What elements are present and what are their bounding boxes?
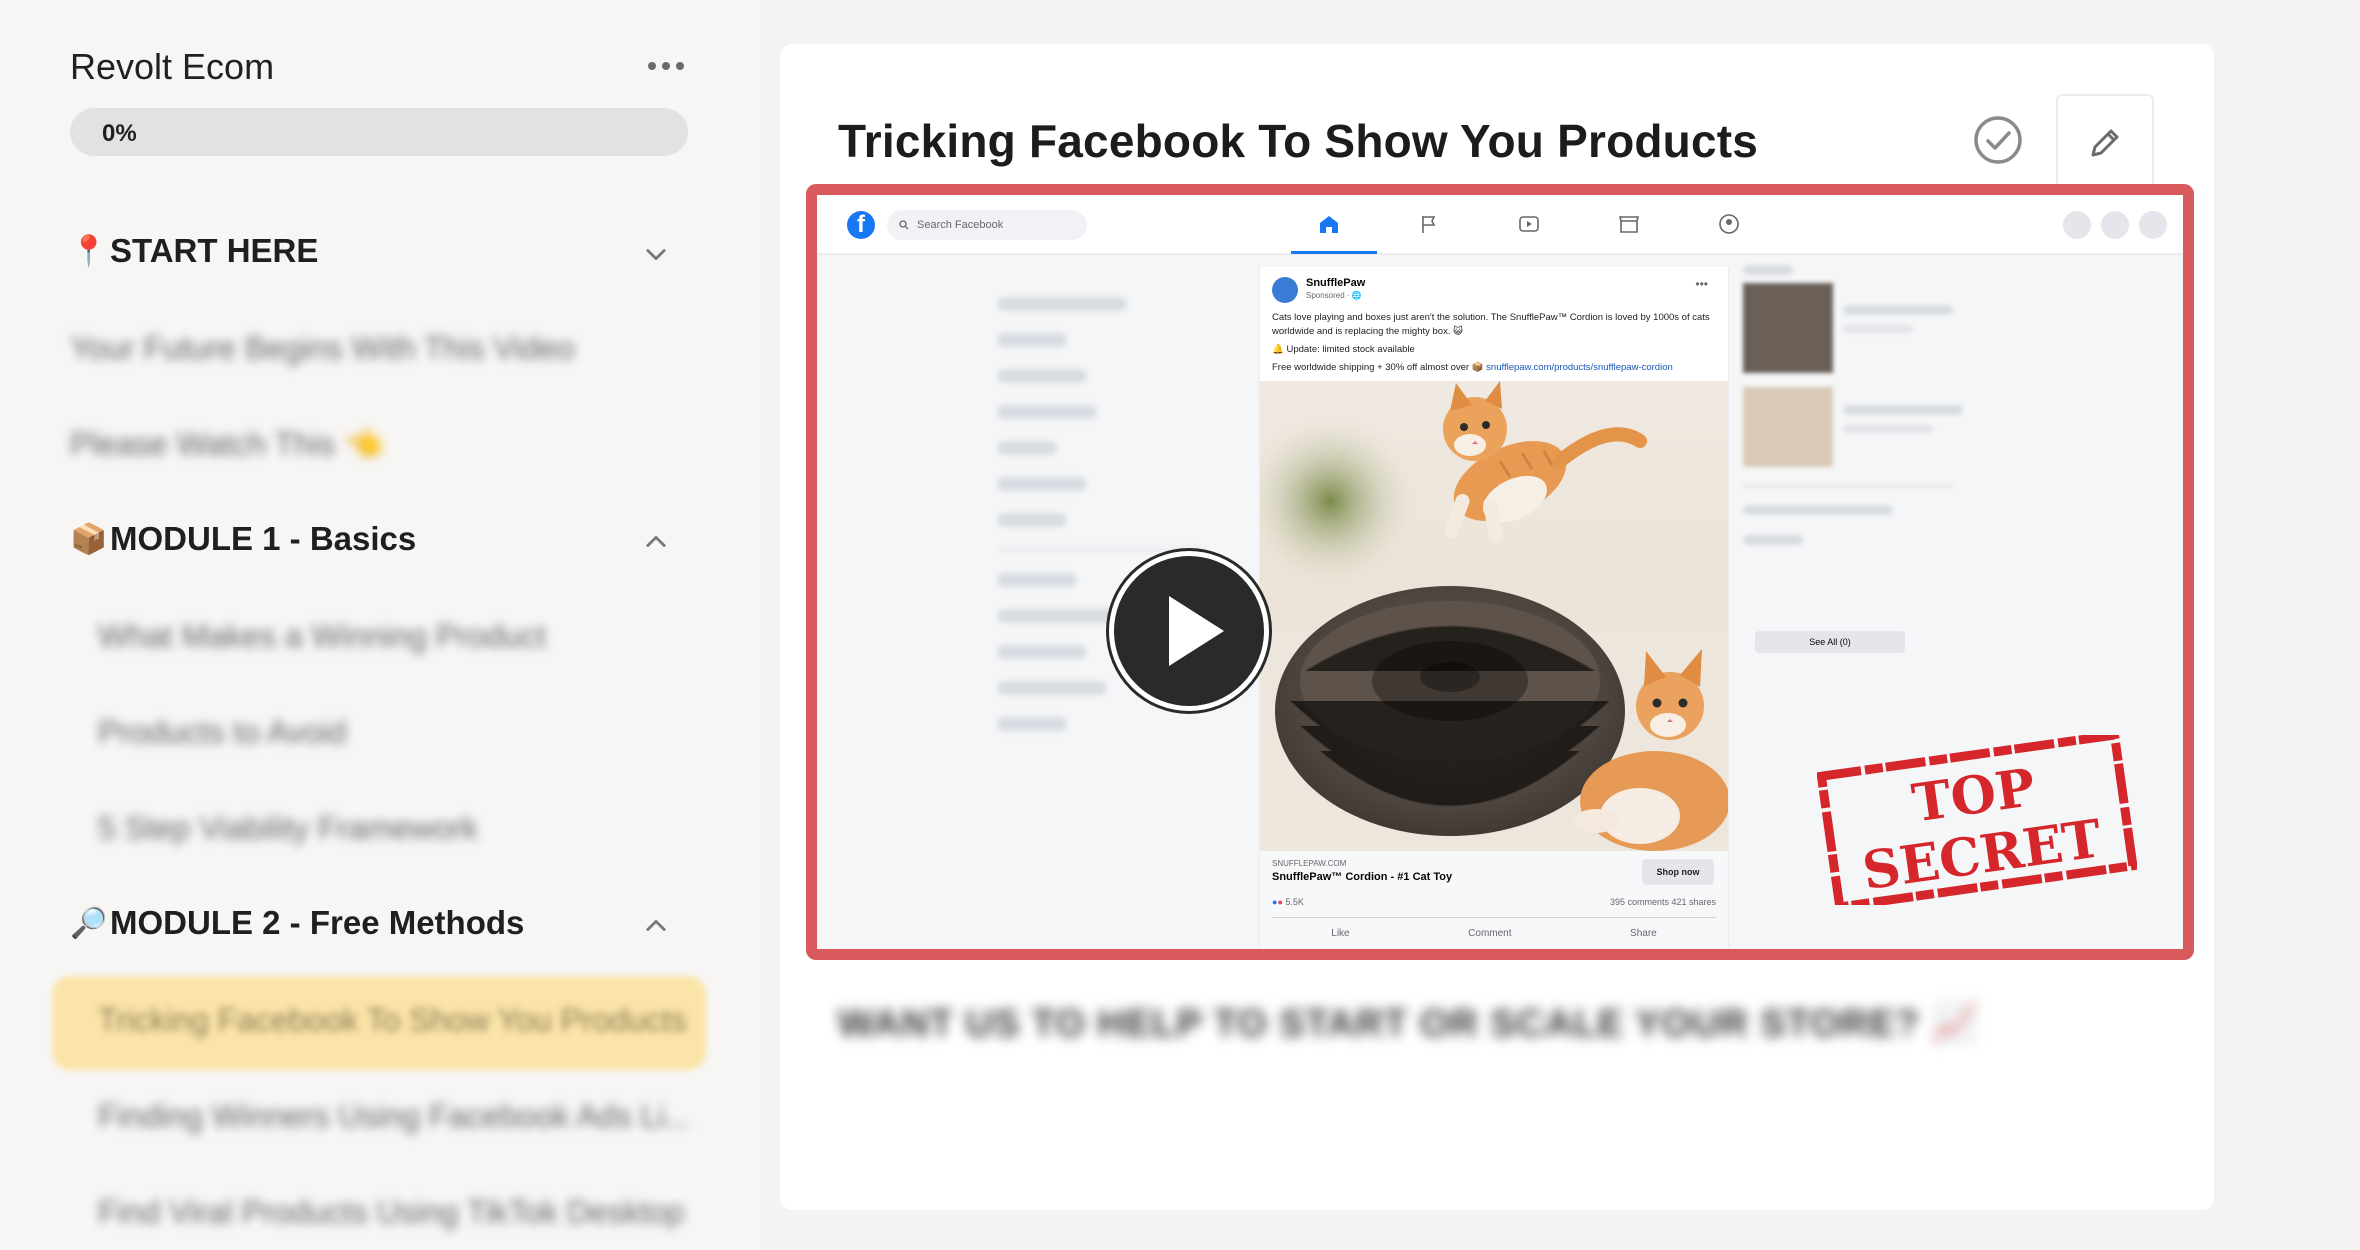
lesson-item[interactable]: Please Watch This 👈 [70, 414, 690, 474]
play-icon [1169, 596, 1224, 666]
share-action: Share [1630, 928, 1657, 939]
facebook-sponsored-post: SnufflePaw Sponsored · 🌐 ••• Cats love p… [1260, 267, 1728, 949]
search-icon [899, 220, 909, 230]
section-module-1[interactable]: 📦 MODULE 1 - Basics [70, 514, 700, 564]
lesson-item[interactable]: Your Future Begins With This Video [70, 318, 690, 378]
section-title: MODULE 2 - Free Methods [110, 904, 525, 941]
facebook-search-placeholder: Search Facebook [917, 219, 1004, 231]
home-icon [1320, 216, 1338, 233]
post-shipping-text: Free worldwide shipping + 30% off almost… [1272, 362, 1487, 373]
shop-now-button: Shop now [1642, 859, 1714, 885]
post-page-name: SnufflePaw [1306, 277, 1366, 289]
facebook-right-icons [2063, 211, 2167, 239]
lesson-item[interactable]: Products to Avoid [98, 702, 698, 762]
post-text-line: 🔔 Update: limited stock available [1272, 344, 1415, 355]
chevron-down-icon[interactable] [642, 240, 670, 268]
marketplace-icon [1618, 216, 1640, 233]
lesson-item[interactable]: Find Viral Products Using TikTok Desktop [98, 1182, 688, 1242]
post-text-line: Cats love playing and boxes just aren't … [1272, 312, 1710, 337]
post-product-name: SnufflePaw™ Cordion - #1 Cat Toy [1272, 871, 1453, 883]
video-icon [1519, 216, 1539, 232]
lesson-item[interactable]: 5 Step Viability Framework [98, 798, 698, 858]
comments-shares: 395 comments 421 shares [1609, 897, 1716, 907]
magnifier-icon: 🔎 [70, 905, 108, 941]
reaction-count: ●● 5.5K [1272, 897, 1304, 907]
facebook-top-bar: f Search Facebook [817, 195, 2183, 255]
post-more-icon: ••• [1695, 277, 1708, 291]
progress-label: 0% [102, 120, 137, 147]
check-circle-icon[interactable] [1972, 114, 2024, 166]
pencil-icon [2091, 129, 2119, 157]
see-all-label: See All (0) [1809, 637, 1851, 647]
chevron-up-icon[interactable] [642, 912, 670, 940]
lesson-item-active[interactable]: Tricking Facebook To Show You Products [98, 990, 688, 1050]
like-action: Like [1331, 928, 1350, 939]
post-stats: ●● 5.5K 395 comments 421 shares [1272, 897, 1716, 907]
section-start-here[interactable]: 📍 START HERE [70, 226, 700, 276]
post-link: snufflepaw.com/products/snufflepaw-cordi… [1486, 362, 1673, 373]
facebook-nav [1277, 195, 1777, 255]
cta-heading: WANT US TO HELP TO START OR SCALE YOUR S… [838, 1003, 1980, 1045]
facebook-search: Search Facebook [887, 210, 1087, 240]
course-progress-bar: 0% [70, 108, 688, 156]
post-text-line: Free worldwide shipping + 30% off almost… [1272, 361, 1720, 375]
facebook-see-all-button: See All (0) [1755, 631, 1905, 653]
post-domain: SNUFFLEPAW.COM [1272, 859, 1347, 868]
facebook-left-menu-blurred [997, 275, 1237, 795]
facebook-logo-icon: f [847, 211, 875, 239]
section-title: MODULE 1 - Basics [110, 520, 417, 557]
post-footer: SNUFFLEPAW.COM SnufflePaw™ Cordion - #1 … [1260, 851, 1728, 949]
comment-action: Comment [1468, 928, 1512, 939]
play-button[interactable] [1109, 551, 1269, 711]
package-icon: 📦 [70, 521, 108, 557]
post-text: Cats love playing and boxes just aren't … [1272, 311, 1720, 379]
top-secret-stamp: TOP SECRET [1817, 735, 2137, 905]
lesson-video-player[interactable]: f Search Facebook See All (0) SnufflePaw… [806, 184, 2194, 960]
section-module-2[interactable]: 🔎 MODULE 2 - Free Methods [70, 898, 700, 948]
lesson-item[interactable]: What Makes a Winning Product [98, 606, 698, 666]
course-title: Revolt Ecom [70, 46, 275, 87]
chevron-up-icon[interactable] [642, 528, 670, 556]
pin-icon: 📍 [70, 233, 108, 269]
page-avatar [1272, 277, 1298, 303]
flag-icon [1422, 216, 1436, 233]
post-actions: Like Comment Share [1272, 917, 1716, 939]
facebook-right-column-blurred [1743, 265, 1973, 585]
section-title: START HERE [110, 232, 319, 269]
edit-button[interactable] [2056, 94, 2154, 190]
groups-icon [1719, 214, 1739, 234]
lesson-item[interactable]: Finding Winners Using Facebook Ads Li... [98, 1086, 688, 1146]
more-options-icon[interactable] [646, 58, 686, 74]
product-image [1260, 381, 1728, 851]
course-sidebar: Revolt Ecom 0% 📍 START HERE Your Future … [0, 0, 760, 1250]
active-tab-underline [1291, 251, 1377, 254]
lesson-title: Tricking Facebook To Show You Products [838, 115, 1759, 167]
post-sponsored-label: Sponsored · 🌐 [1306, 291, 1362, 300]
